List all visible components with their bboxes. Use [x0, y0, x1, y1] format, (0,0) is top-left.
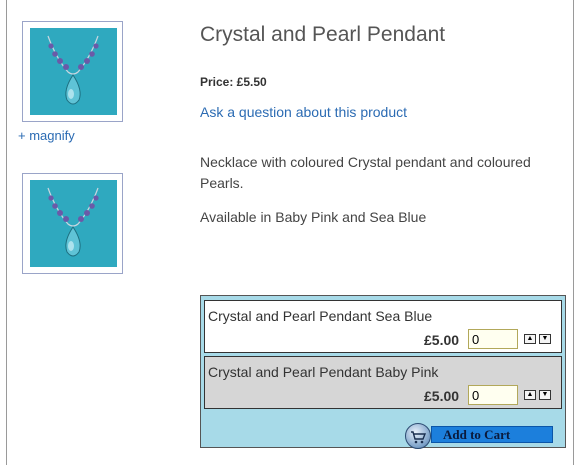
- magnify-link[interactable]: + magnify: [18, 128, 75, 143]
- quantity-input[interactable]: [468, 385, 518, 405]
- product-availability: Available in Baby Pink and Sea Blue: [200, 209, 427, 225]
- down-arrow-icon[interactable]: ▼: [539, 334, 551, 344]
- variant-name: Crystal and Pearl Pendant Sea Blue: [208, 308, 433, 324]
- product-description: Necklace with coloured Crystal pendant a…: [200, 154, 531, 191]
- up-arrow-icon[interactable]: ▲: [524, 334, 536, 344]
- ask-question-link[interactable]: Ask a question about this product: [200, 104, 407, 120]
- up-arrow-icon[interactable]: ▲: [524, 390, 536, 400]
- variant-price: £5.00: [424, 332, 460, 348]
- variant-row: Crystal and Pearl Pendant Sea Blue £5.00…: [204, 300, 562, 353]
- add-to-cart-label: Add to Cart: [443, 427, 511, 442]
- add-to-cart-form: Crystal and Pearl Pendant Sea Blue £5.00…: [200, 295, 566, 449]
- variant-name: Crystal and Pearl Pendant Baby Pink: [208, 364, 439, 380]
- product-title: Crystal and Pearl Pendant: [200, 23, 446, 46]
- quantity-input[interactable]: [468, 329, 518, 349]
- product-price: Price: £5.50: [200, 75, 267, 89]
- product-image-main[interactable]: [22, 21, 123, 122]
- product-image-alt[interactable]: [22, 173, 123, 274]
- necklace-image: [30, 28, 117, 115]
- cart-icon: [405, 423, 431, 449]
- down-arrow-icon[interactable]: ▼: [539, 390, 551, 400]
- add-to-cart-button[interactable]: Add to Cart: [405, 423, 553, 449]
- variant-row: Crystal and Pearl Pendant Baby Pink £5.0…: [204, 356, 562, 409]
- necklace-image: [30, 180, 117, 267]
- variant-price: £5.00: [424, 388, 460, 404]
